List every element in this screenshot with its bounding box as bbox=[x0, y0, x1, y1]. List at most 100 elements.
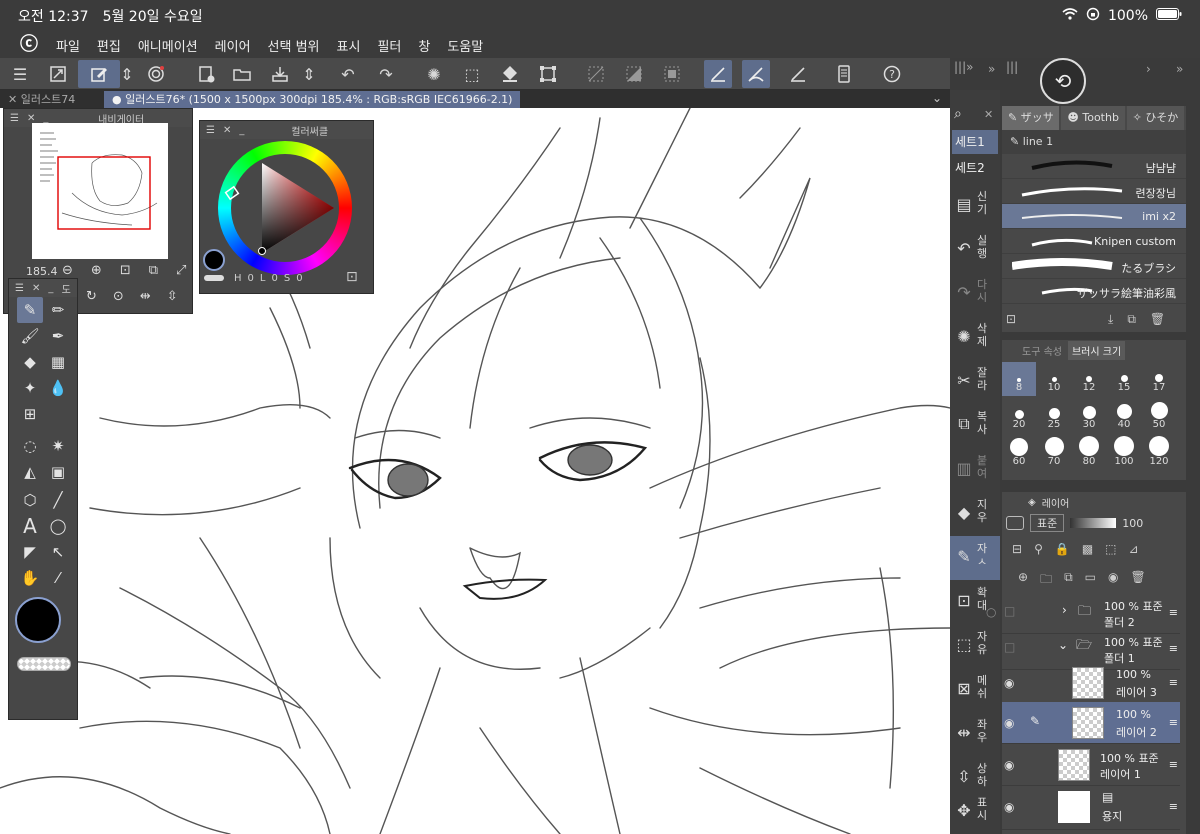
dock-collapse-icon[interactable]: ||| bbox=[1006, 60, 1018, 74]
brush-item[interactable]: 냠냠냠 bbox=[1002, 154, 1186, 179]
command-erase[interactable]: ◆ 지우 bbox=[950, 492, 1000, 536]
device-icon[interactable] bbox=[830, 60, 858, 88]
fill-icon[interactable] bbox=[496, 60, 524, 88]
merge-down-icon[interactable]: ⧉ bbox=[1064, 570, 1073, 591]
transparent-color-icon[interactable] bbox=[17, 657, 71, 671]
eye-icon[interactable]: ◉ bbox=[1004, 800, 1014, 814]
lasso-tool-icon[interactable]: ◌ bbox=[17, 433, 43, 459]
color-mode-icon[interactable]: ⊡ bbox=[346, 269, 358, 285]
brush-size-item[interactable]: 40 bbox=[1107, 399, 1141, 433]
actual-size-icon[interactable]: ⧉ bbox=[149, 263, 158, 278]
close-icon[interactable]: ✕ bbox=[223, 125, 231, 136]
frame-tool-icon[interactable]: ◤ bbox=[17, 539, 43, 565]
undo-icon[interactable]: ↶ bbox=[334, 60, 362, 88]
pen-tool-toggle-icon[interactable] bbox=[78, 60, 120, 88]
brush-item[interactable]: Knipen custom bbox=[1002, 229, 1186, 254]
eye-icon[interactable]: ◉ bbox=[1004, 716, 1014, 730]
brush-size-item[interactable]: 60 bbox=[1002, 436, 1036, 470]
redo-icon[interactable]: ↷ bbox=[372, 60, 400, 88]
command-brush[interactable]: ✎ 자ㅅ bbox=[950, 536, 1000, 580]
menu-layer[interactable]: 레이어 bbox=[215, 36, 251, 55]
brush-size-item[interactable]: 80 bbox=[1072, 436, 1106, 470]
eraser-tool-icon[interactable]: ◆ bbox=[17, 349, 43, 375]
close-icon[interactable]: ✕ bbox=[8, 93, 21, 106]
close-icon[interactable]: ✕ bbox=[32, 283, 40, 294]
3d-object-tool-icon[interactable]: ⬡ bbox=[17, 487, 43, 513]
drag-handle-icon[interactable]: ≡ bbox=[1169, 642, 1178, 655]
transparent-swatch[interactable] bbox=[204, 275, 224, 281]
eyedropper-tool-icon[interactable]: ⁄ bbox=[45, 565, 71, 591]
app-logo-icon[interactable]: ⓒ bbox=[18, 34, 40, 56]
brush-size-item[interactable]: 15 bbox=[1107, 362, 1141, 396]
clear-outside-icon[interactable]: ⬚ bbox=[458, 60, 486, 88]
new-canvas-icon[interactable] bbox=[192, 60, 220, 88]
auto-select-tool-icon[interactable]: ✷ bbox=[45, 433, 71, 459]
mask-icon[interactable]: ⬚ bbox=[1105, 542, 1116, 556]
brush-item[interactable]: imi x2 bbox=[1002, 204, 1186, 229]
set-item-2[interactable]: 세트2 bbox=[952, 156, 998, 180]
brush-size-item[interactable]: 8 bbox=[1002, 362, 1036, 396]
command-mesh[interactable]: ⊠ 메쉬 bbox=[950, 668, 1000, 712]
zoom-out-icon[interactable]: ⊖ bbox=[62, 263, 73, 278]
close-icon[interactable]: ✕ bbox=[984, 108, 993, 121]
main-color-swatch[interactable] bbox=[203, 249, 225, 271]
command-cut[interactable]: ✂ 잘라 bbox=[950, 360, 1000, 404]
mask-add-icon[interactable]: ◉ bbox=[1108, 570, 1118, 591]
decoration-tool-icon[interactable]: ▦ bbox=[45, 349, 71, 375]
layer-row-layer-3[interactable]: 100 % 레이어 3 ≡ bbox=[1002, 662, 1180, 704]
figure-tool-icon[interactable]: ⊞ bbox=[17, 401, 43, 427]
trash-icon[interactable]: 🗑 bbox=[1150, 312, 1165, 327]
tab-layer[interactable]: 레이어 bbox=[1042, 495, 1070, 510]
tab-illust-74[interactable]: ✕ 일러스트74 bbox=[0, 91, 83, 108]
grip-icon[interactable]: ☰ bbox=[15, 283, 24, 294]
main-color-icon[interactable] bbox=[15, 597, 61, 643]
command-new[interactable]: ▤ 신기 bbox=[950, 184, 1000, 228]
minimize-icon[interactable]: _ bbox=[239, 125, 244, 136]
minimize-icon[interactable]: _ bbox=[43, 113, 48, 124]
command-clear[interactable]: ✺ 삭제 bbox=[950, 316, 1000, 360]
blend-tool-icon[interactable]: 💧 bbox=[45, 375, 71, 401]
saturation-triangle[interactable] bbox=[218, 141, 352, 275]
zoom-in-icon[interactable]: ⊕ bbox=[91, 263, 102, 278]
fit-window-icon[interactable]: ⤢ bbox=[176, 263, 186, 278]
clip-icon[interactable]: ⊟ bbox=[1012, 542, 1022, 556]
layer-row-layer-1[interactable]: 100 % 표준 레이어 1 ≡ bbox=[1002, 744, 1180, 786]
command-redo[interactable]: ↷ 다시 bbox=[950, 272, 1000, 316]
save-icon[interactable] bbox=[266, 60, 294, 88]
brush-size-item[interactable]: 10 bbox=[1037, 362, 1071, 396]
brush-size-item[interactable]: 20 bbox=[1002, 399, 1036, 433]
brush-size-item[interactable]: 70 bbox=[1037, 436, 1071, 470]
snap-ruler-icon[interactable] bbox=[704, 60, 732, 88]
drag-handle-icon[interactable]: ≡ bbox=[1169, 800, 1178, 813]
snap-grid-icon[interactable] bbox=[784, 60, 812, 88]
help-icon[interactable]: ? bbox=[878, 60, 906, 88]
command-copy[interactable]: ⧉ 복사 bbox=[950, 404, 1000, 448]
correct-line-tool-icon[interactable]: ↖ bbox=[45, 539, 71, 565]
brush-tool-icon[interactable]: 🖌 bbox=[17, 323, 43, 349]
hand-tool-icon[interactable]: ✋ bbox=[17, 565, 43, 591]
text-tool-icon[interactable]: A bbox=[17, 513, 43, 539]
set-item-1[interactable]: 세트1 bbox=[952, 130, 998, 154]
screen-rotate-icon[interactable]: ⟲ bbox=[1040, 58, 1086, 104]
open-folder-icon[interactable] bbox=[228, 60, 256, 88]
selection-border-icon[interactable] bbox=[658, 60, 686, 88]
dock-expand-icon[interactable]: » bbox=[988, 62, 995, 76]
brush-item[interactable]: ザッサラ絵筆油彩風 bbox=[1002, 279, 1186, 304]
subtool-tab-2[interactable]: ☻ Toothb bbox=[1061, 106, 1125, 130]
dock-expand-icon[interactable]: » bbox=[1176, 62, 1183, 76]
command-undo[interactable]: ↶ 실행 bbox=[950, 228, 1000, 272]
transform-icon[interactable] bbox=[534, 60, 562, 88]
fit-icon[interactable]: ⊡ bbox=[120, 263, 131, 278]
subtool-tab-3[interactable]: ✧ ひそか bbox=[1126, 106, 1184, 130]
eye-icon[interactable]: ◉ bbox=[1004, 676, 1014, 690]
command-flip-horizontal[interactable]: ⇹ 좌우 bbox=[950, 712, 1000, 756]
menu-selection[interactable]: 선택 범위 bbox=[268, 36, 320, 55]
hamburger-menu-icon[interactable]: ☰ bbox=[6, 60, 34, 88]
brush-size-item[interactable]: 30 bbox=[1072, 399, 1106, 433]
chevron-down-icon[interactable]: ⌄ bbox=[932, 91, 942, 105]
rotate-icon[interactable]: ↻ bbox=[86, 289, 97, 304]
chevron-down-icon[interactable]: ⌄ bbox=[1058, 638, 1068, 652]
grip-icon[interactable]: ☰ bbox=[10, 113, 19, 124]
brush-size-item[interactable]: 100 bbox=[1107, 436, 1141, 470]
chevron-right-icon[interactable]: › bbox=[1146, 62, 1151, 76]
